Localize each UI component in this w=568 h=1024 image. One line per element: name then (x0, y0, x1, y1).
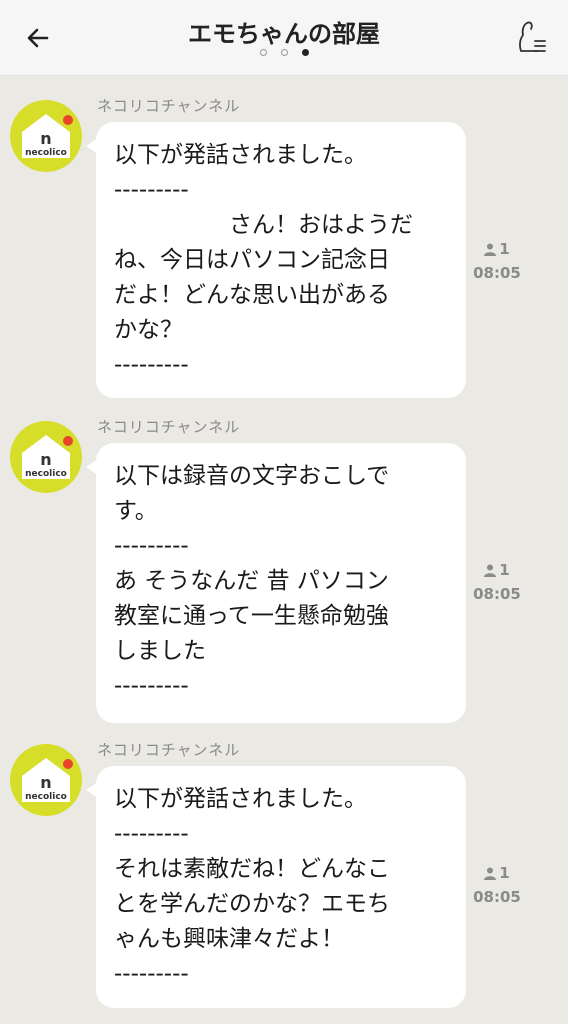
read-count: 1 (499, 561, 510, 579)
menu-person-icon (519, 21, 546, 52)
svg-text:n: n (40, 129, 51, 148)
read-count: 1 (499, 240, 510, 258)
page-indicator (0, 49, 568, 56)
message-line: あ そうなんだ 昔 パソコン (114, 568, 389, 594)
message-line: --------- (114, 533, 189, 559)
svg-text:necolico: necolico (25, 792, 67, 802)
page-dot[interactable] (259, 49, 267, 56)
svg-text:necolico: necolico (25, 469, 67, 479)
read-count: 1 (499, 864, 510, 882)
message-line: ね、今日はパソコン記念日 (114, 247, 390, 273)
header-bar: エモちゃんの部屋 (0, 0, 568, 76)
svg-text:n: n (40, 773, 51, 792)
message-line: 教室に通って一生懸命勉強 (114, 603, 389, 629)
read-receipt: 1 (470, 864, 524, 882)
message-line: 以下が発話されました。 (114, 786, 367, 812)
message-line: --------- (114, 352, 189, 378)
person-icon (484, 243, 497, 256)
message-line: かな？ (114, 317, 183, 343)
sender-name: ネコリコチャンネル (97, 418, 241, 436)
sender-name: ネコリコチャンネル (97, 97, 241, 115)
message-line: --------- (114, 961, 189, 987)
message-line: --------- (114, 821, 189, 847)
message-line: 以下が発話されました。 (114, 142, 367, 168)
message-bubble[interactable]: 以下が発話されました。 --------- さん！おはようだ ね、今日はパソコン… (86, 122, 466, 398)
svg-text:n: n (40, 450, 51, 469)
person-icon (484, 564, 497, 577)
avatar[interactable]: n necolico (10, 421, 82, 493)
message-line: それは素敵だね！どんなこ (114, 856, 390, 882)
message-line: ゃんも興味津々だよ！ (114, 926, 344, 952)
read-receipt: 1 (470, 561, 524, 579)
message-meta: 1 08:05 (470, 864, 524, 906)
person-icon (484, 867, 497, 880)
page-dot-active[interactable] (301, 49, 309, 56)
message-line: さん！おはようだ (114, 212, 413, 238)
necolico-logo-icon: n necolico (22, 435, 73, 479)
message-line: --------- (114, 673, 189, 699)
message-line: --------- (114, 177, 189, 203)
message-bubble[interactable]: 以下が発話されました。 --------- それは素敵だね！どんなこ とを学んだ… (86, 766, 466, 1008)
message-line: 以下は録音の文字おこしで (114, 463, 390, 489)
message-time: 08:05 (473, 888, 521, 906)
message-time: 08:05 (473, 264, 521, 282)
page-title: エモちゃんの部屋 (188, 20, 380, 48)
message-line: とを学んだのかな？エモち (114, 891, 390, 917)
avatar[interactable]: n necolico (10, 100, 82, 172)
message-line: だよ！どんな思い出がある (114, 282, 390, 308)
message-bubble[interactable]: 以下は録音の文字おこしで す。 --------- あ そうなんだ 昔 パソコン… (86, 443, 466, 723)
necolico-logo-icon: n necolico (22, 758, 73, 802)
read-receipt: 1 (470, 240, 524, 258)
page-dot[interactable] (280, 49, 288, 56)
message-line: しました (114, 638, 206, 664)
sender-name: ネコリコチャンネル (97, 741, 241, 759)
menu-button[interactable] (514, 16, 550, 58)
svg-text:necolico: necolico (25, 148, 67, 158)
avatar[interactable]: n necolico (10, 744, 82, 816)
message-line: す。 (114, 498, 158, 524)
message-meta: 1 08:05 (470, 561, 524, 603)
message-time: 08:05 (473, 585, 521, 603)
message-meta: 1 08:05 (470, 240, 524, 282)
necolico-logo-icon: n necolico (22, 114, 73, 158)
